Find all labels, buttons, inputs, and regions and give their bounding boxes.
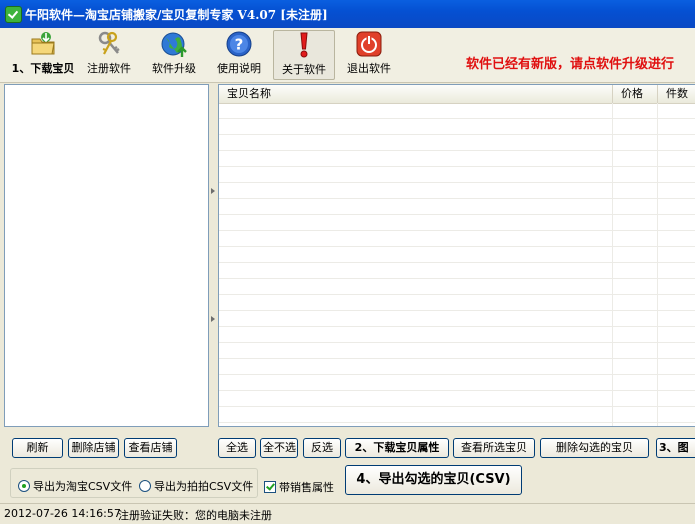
- column-header-quantity[interactable]: 件数: [658, 85, 695, 103]
- power-icon: [356, 31, 382, 57]
- help-icon: ?: [226, 31, 252, 57]
- invert-selection-button[interactable]: 反选: [303, 438, 341, 458]
- view-shop-button[interactable]: 查看店铺: [124, 438, 177, 458]
- status-message: 注册验证失败：您的电脑未注册: [118, 509, 272, 522]
- export-taobao-csv-radio[interactable]: 导出为淘宝CSV文件: [18, 478, 132, 494]
- select-all-button[interactable]: 全选: [218, 438, 256, 458]
- status-bar: 2012-07-26 14:16:57 注册验证失败：您的电脑未注册: [0, 503, 695, 524]
- toolbar-label: 软件升级: [152, 62, 196, 75]
- export-paipai-csv-radio[interactable]: 导出为拍拍CSV文件: [139, 478, 253, 494]
- items-grid[interactable]: 宝贝名称 价格 件数: [218, 84, 695, 427]
- shop-list-panel[interactable]: [4, 84, 209, 427]
- grid-rows[interactable]: [219, 103, 695, 426]
- svg-text:?: ?: [235, 36, 244, 54]
- select-none-button[interactable]: 全不选: [260, 438, 298, 458]
- exit-software-button[interactable]: 退出软件: [344, 30, 394, 80]
- radio-selected-icon: [18, 480, 30, 492]
- with-sales-attr-checkbox[interactable]: 带销售属性: [264, 479, 334, 495]
- register-software-button[interactable]: 注册软件: [84, 30, 134, 80]
- pane-splitter[interactable]: [210, 84, 217, 427]
- step3-image-button[interactable]: 3、图: [656, 438, 695, 458]
- app-check-icon: [5, 6, 22, 23]
- window-title: 午阳软件—淘宝店铺搬家/宝贝复制专家 V4.07 [未注册]: [25, 8, 328, 22]
- radio-icon: [139, 480, 151, 492]
- globe-upgrade-icon: [161, 32, 187, 57]
- column-header-price[interactable]: 价格: [613, 85, 658, 103]
- column-divider: [612, 103, 613, 426]
- splitter-arrow-icon: [211, 188, 215, 194]
- splitter-arrow-icon: [211, 316, 215, 322]
- toolbar-label: 使用说明: [217, 62, 261, 75]
- delete-shop-button[interactable]: 删除店铺: [68, 438, 119, 458]
- grid-header: 宝贝名称 价格 件数: [219, 85, 695, 104]
- checkbox-checked-icon: [264, 481, 276, 493]
- toolbar-label: 1、下载宝贝: [11, 62, 75, 75]
- download-properties-button[interactable]: 2、下载宝贝属性: [345, 438, 449, 458]
- view-selected-button[interactable]: 查看所选宝贝: [453, 438, 535, 458]
- toolbar-label: 注册软件: [87, 62, 131, 75]
- download-items-button[interactable]: 1、下载宝贝: [8, 30, 78, 80]
- column-header-item-name[interactable]: 宝贝名称: [219, 85, 613, 103]
- column-divider: [657, 103, 658, 426]
- title-bar: 午阳软件—淘宝店铺搬家/宝贝复制专家 V4.07 [未注册]: [0, 0, 695, 28]
- refresh-button[interactable]: 刷新: [12, 438, 63, 458]
- toolbar-label: 关于软件: [282, 63, 326, 76]
- exclamation-icon: [300, 32, 308, 58]
- delete-checked-button[interactable]: 删除勾选的宝贝: [540, 438, 649, 458]
- user-guide-button[interactable]: ? 使用说明: [214, 30, 264, 80]
- export-csv-button[interactable]: 4、导出勾选的宝贝(CSV): [345, 465, 522, 495]
- upgrade-notice: 软件已经有新版，请点软件升级进行: [466, 57, 675, 72]
- toolbar-label: 退出软件: [347, 62, 391, 75]
- about-software-button[interactable]: 关于软件: [273, 30, 335, 80]
- folder-download-icon: [31, 32, 55, 55]
- software-upgrade-button[interactable]: 软件升级: [149, 30, 199, 80]
- status-datetime: 2012-07-26 14:16:57: [4, 507, 121, 520]
- keys-icon: [98, 31, 120, 55]
